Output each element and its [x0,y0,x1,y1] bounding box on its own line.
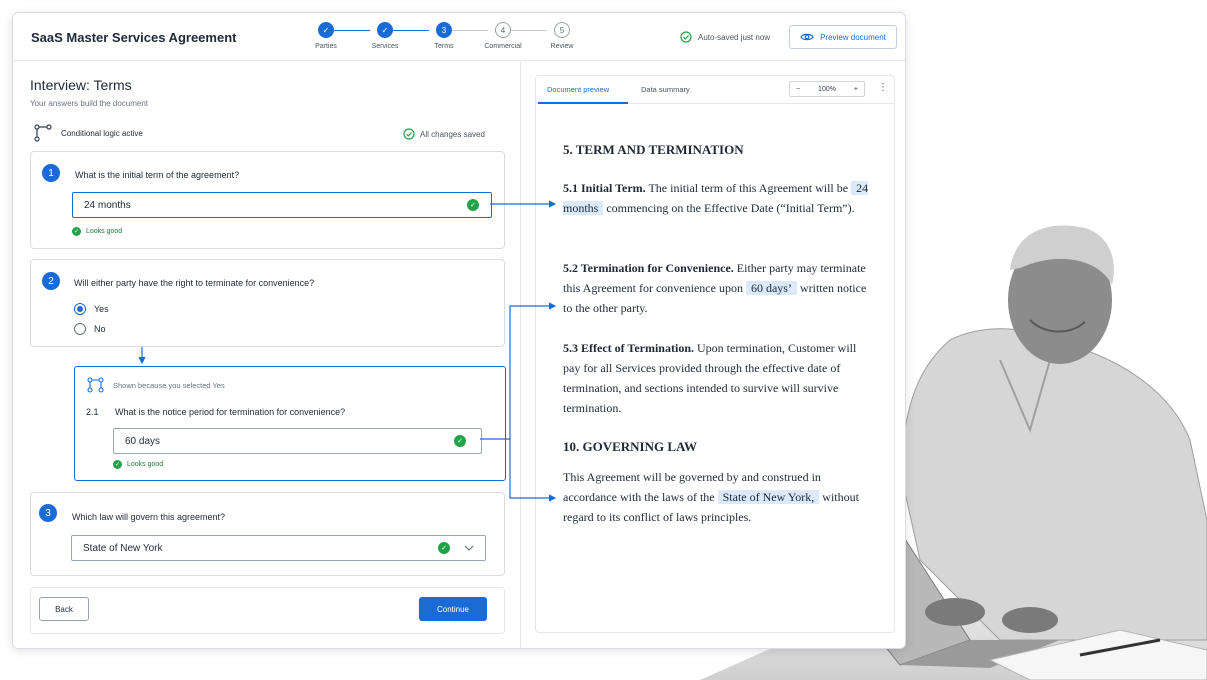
question-card-3: 3 Which law will govern this agreement? … [30,492,505,576]
clause-5-3: 5.3 Effect of Termination. Upon terminat… [563,341,857,415]
radio-empty-icon [74,323,86,335]
app-window: SaaS Master Services Agreement ✓ Parties… [12,12,906,649]
step-terms[interactable]: 3 Terms [419,22,469,50]
section-heading: 10. GOVERNING LAW [563,439,697,454]
clause-5-1: 5.1 Initial Term. The initial term of th… [563,181,869,215]
question-text: What is the notice period for terminatio… [115,407,346,417]
preview-tabs: Document preview Data summary − 100% + ⋮ [536,76,894,104]
section-heading: 5. TERM AND TERMINATION [563,142,744,157]
interview-title: Interview: Terms [30,77,132,93]
radio-selected-icon [74,303,86,315]
notice-period-highlight: 60 days’ [745,281,797,295]
question-number: 2.1 [86,407,99,417]
question-card-2: 2 Will either party have the right to te… [30,259,505,347]
progress-stepper: ✓ Parties ✓ Services 3 Terms 4 Commercia… [299,22,573,58]
check-icon: ✓ [318,22,334,38]
all-changes-saved-status: All changes saved [403,128,485,140]
back-button[interactable]: Back [39,597,89,621]
check-icon: ✓ [377,22,393,38]
validation-message: ✓ Looks good [72,227,123,236]
question-number: 3 [39,504,57,522]
valid-check-icon: ✓ [467,199,479,211]
conditional-reason: Shown because you selected Yes [87,377,225,393]
preview-panel: Document preview Data summary − 100% + ⋮… [535,75,895,633]
continue-button[interactable]: Continue [419,597,487,621]
zoom-level: 100% [818,85,836,93]
valid-check-icon: ✓ [438,542,450,554]
preview-document-button[interactable]: Preview document [789,25,897,49]
radio-yes[interactable]: Yes [74,303,109,315]
app-header: SaaS Master Services Agreement ✓ Parties… [13,13,905,61]
question-card-1: 1 What is the initial term of the agreem… [30,151,505,249]
tab-data-summary[interactable]: Data summary [641,85,690,94]
kebab-icon[interactable]: ⋮ [878,82,888,93]
step-commercial[interactable]: 4 Commercial [478,22,528,50]
zoom-control: − 100% + [789,81,865,97]
interview-subtitle: Your answers build the document [30,99,148,108]
clause-10: This Agreement will be governed by and c… [563,470,859,524]
question-number: 2 [42,272,60,290]
chevron-down-icon[interactable] [464,545,474,551]
tab-document-preview[interactable]: Document preview [547,85,609,94]
active-tab-indicator [538,102,628,104]
question-number: 1 [42,164,60,182]
question-text: Which law will govern this agreement? [72,512,226,522]
initial-term-input[interactable]: 24 months [72,192,492,218]
check-circle-icon [680,31,692,43]
governing-law-highlight: State of New York, [717,490,820,504]
interview-panel: Interview: Terms Your answers build the … [13,61,521,648]
governing-law-select[interactable]: State of New York [71,535,486,561]
conditional-question-2-1: Shown because you selected Yes 2.1 What … [74,366,506,481]
branch-icon [34,124,52,142]
validation-message: ✓ Looks good [113,460,164,469]
question-text: What is the initial term of the agreemen… [75,170,240,180]
notice-period-input[interactable]: 60 days [113,428,482,454]
step-review[interactable]: 5 Review [537,22,587,50]
valid-check-icon: ✓ [454,435,466,447]
question-text: Will either party have the right to term… [74,278,315,288]
autosave-status: Auto-saved just now [680,31,770,43]
clause-5-2: 5.2 Termination for Convenience. Either … [563,261,867,315]
eye-icon [800,33,814,41]
check-icon: ✓ [113,460,122,469]
step-services[interactable]: ✓ Services [360,22,410,50]
check-icon: ✓ [72,227,81,236]
step-parties[interactable]: ✓ Parties [301,22,351,50]
branch-icon [87,377,104,393]
zoom-out-button[interactable]: − [796,86,800,93]
zoom-in-button[interactable]: + [854,86,858,93]
check-circle-icon [403,128,415,140]
document-title: SaaS Master Services Agreement [31,30,237,45]
conditional-logic-indicator: Conditional logic active [33,124,143,142]
radio-no[interactable]: No [74,323,106,335]
